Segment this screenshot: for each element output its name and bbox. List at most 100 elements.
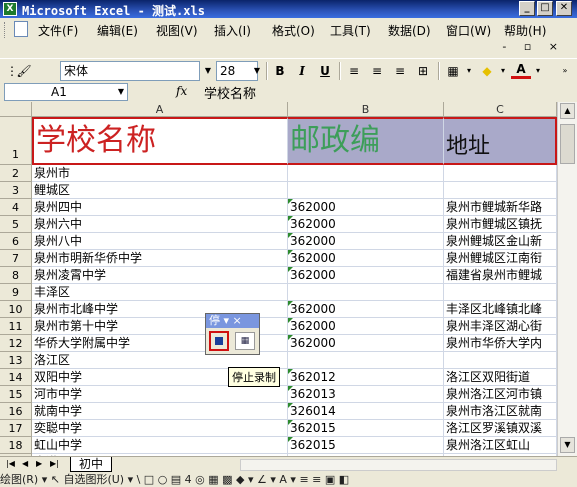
name-box[interactable]: A1 [4,83,128,101]
table-cell[interactable]: 泉州洛江区虹山 [444,437,557,454]
row-header[interactable]: 10 [0,301,32,318]
row-header[interactable]: 1 [0,117,32,165]
vertical-scrollbar[interactable]: ▲ ▼ [557,102,577,456]
next-sheet-icon[interactable]: ▶ [36,459,42,468]
table-cell[interactable]: 泉州市鲤城新华路 [444,199,557,216]
table-cell[interactable]: 洛江区罗溪镇双溪 [444,420,557,437]
stop-recording-toolbar[interactable]: 停 ▾ × ▦ [205,313,260,355]
last-sheet-icon[interactable]: ▶| [50,459,59,468]
table-cell[interactable]: 泉州洛江区河市镇 [444,386,557,403]
name-box-dropdown-icon[interactable]: ▼ [114,82,128,102]
minimize-button[interactable]: _ [519,1,535,16]
table-cell[interactable] [288,182,444,199]
drawing-toolbar[interactable]: 绘图(R) ▾ ↖ 自选图形(U) ▾ \ □ ○ ▤ 4 ◎ ▦ ▩ ◆ ▾ … [0,472,577,487]
table-cell[interactable]: 鲤城区 [32,182,288,199]
table-cell[interactable]: 河市中学 [32,386,288,403]
row-header[interactable]: 4 [0,199,32,216]
row-header[interactable]: 12 [0,335,32,352]
fill-color-icon[interactable]: ◆ [477,61,497,81]
column-header-c[interactable]: C [444,102,557,117]
menu-window[interactable]: 窗口(W) [446,22,491,39]
borders-icon[interactable]: ▦ [443,61,463,81]
italic-button[interactable]: I [292,61,312,81]
menu-edit[interactable]: 编辑(E) [97,22,138,39]
table-cell[interactable]: 泉州市鲤城区镇抚 [444,216,557,233]
workbook-window-controls[interactable]: - ▫ × [502,40,565,53]
table-cell[interactable]: 362012 [288,369,444,386]
column-header-a[interactable]: A [32,102,288,117]
table-cell[interactable]: 泉州鲤城区江南衔 [444,250,557,267]
row-header[interactable]: 5 [0,216,32,233]
menu-file[interactable]: 文件(F) [38,22,78,39]
row-header[interactable]: 2 [0,165,32,182]
table-cell[interactable] [444,284,557,301]
underline-button[interactable]: U [315,61,335,81]
menu-tools[interactable]: 工具(T) [330,22,371,39]
bold-button[interactable]: B [270,61,290,81]
scroll-down-icon[interactable]: ▼ [560,437,575,453]
table-cell[interactable]: 丰泽区 [32,284,288,301]
table-cell[interactable]: 泉州市华侨大学内 [444,335,557,352]
menu-insert[interactable]: 插入(I) [214,22,251,39]
align-center-icon[interactable]: ≡ [367,61,387,81]
table-cell[interactable]: 泉州市洛江区就南 [444,403,557,420]
align-left-icon[interactable]: ≡ [344,61,364,81]
row-header[interactable]: 7 [0,250,32,267]
row-header[interactable]: 15 [0,386,32,403]
stop-recording-button[interactable] [209,331,229,351]
table-cell[interactable]: 虹山中学 [32,437,288,454]
prev-sheet-icon[interactable]: ◀ [22,459,28,468]
table-cell[interactable]: 362000 [288,216,444,233]
row-header[interactable]: 9 [0,284,32,301]
font-color-button[interactable]: A [511,61,531,79]
table-cell[interactable]: 泉州凌霄中学 [32,267,288,284]
maximize-button[interactable]: □ [537,1,553,16]
table-cell[interactable]: 丰泽区北峰镇北峰 [444,301,557,318]
formula-input[interactable]: 学校名称 [204,83,256,102]
table-cell[interactable]: 泉州市明新华侨中学 [32,250,288,267]
table-cell[interactable] [444,352,557,369]
table-cell[interactable] [288,165,444,182]
table-cell[interactable]: 326014 [288,403,444,420]
scroll-up-icon[interactable]: ▲ [560,103,575,119]
row-header[interactable]: 18 [0,437,32,454]
menu-data[interactable]: 数据(D) [388,22,431,39]
table-cell[interactable] [288,352,444,369]
row-header[interactable]: 11 [0,318,32,335]
table-cell[interactable]: 362015 [288,420,444,437]
header-cell-school-name[interactable]: 学校名称 [32,117,288,165]
table-cell[interactable]: 362013 [288,386,444,403]
table-cell[interactable]: 福建省泉州市鲤城 [444,267,557,284]
table-cell[interactable]: 362000 [288,267,444,284]
row-header[interactable]: 6 [0,233,32,250]
table-cell[interactable] [444,182,557,199]
borders-dropdown-icon[interactable]: ▾ [462,61,476,81]
scroll-thumb[interactable] [560,124,575,164]
close-button[interactable]: ✕ [556,1,572,16]
sheet-tab-active[interactable]: 初中 [70,457,113,472]
insert-function-icon[interactable]: fx [176,84,187,98]
table-cell[interactable]: 奕聪中学 [32,420,288,437]
table-cell[interactable]: 362000 [288,233,444,250]
table-cell[interactable]: 泉州六中 [32,216,288,233]
row-header[interactable]: 13 [0,352,32,369]
header-cell-postal-code[interactable]: 邮政编 [288,117,444,165]
table-cell[interactable] [444,165,557,182]
workbook-icon[interactable] [14,21,28,37]
menu-grip[interactable] [4,22,7,38]
column-header-b[interactable]: B [288,102,444,117]
first-sheet-icon[interactable]: |◀ [6,459,15,468]
table-cell[interactable]: 362015 [288,437,444,454]
table-cell[interactable]: 362000 [288,199,444,216]
stop-toolbar-caption[interactable]: 停 ▾ × [206,314,259,328]
select-all-corner[interactable] [0,102,32,117]
row-header[interactable]: 8 [0,267,32,284]
font-size-dropdown-icon[interactable]: ▼ [250,61,264,81]
row-header[interactable]: 14 [0,369,32,386]
header-cell-address[interactable]: 地址 [444,117,557,165]
table-cell[interactable]: 泉州八中 [32,233,288,250]
font-name-dropdown-icon[interactable]: ▼ [201,61,215,81]
excel-app-icon[interactable]: X [3,2,17,16]
merge-center-icon[interactable]: ⊞ [413,61,433,81]
font-name-select[interactable]: 宋体 [60,61,200,81]
